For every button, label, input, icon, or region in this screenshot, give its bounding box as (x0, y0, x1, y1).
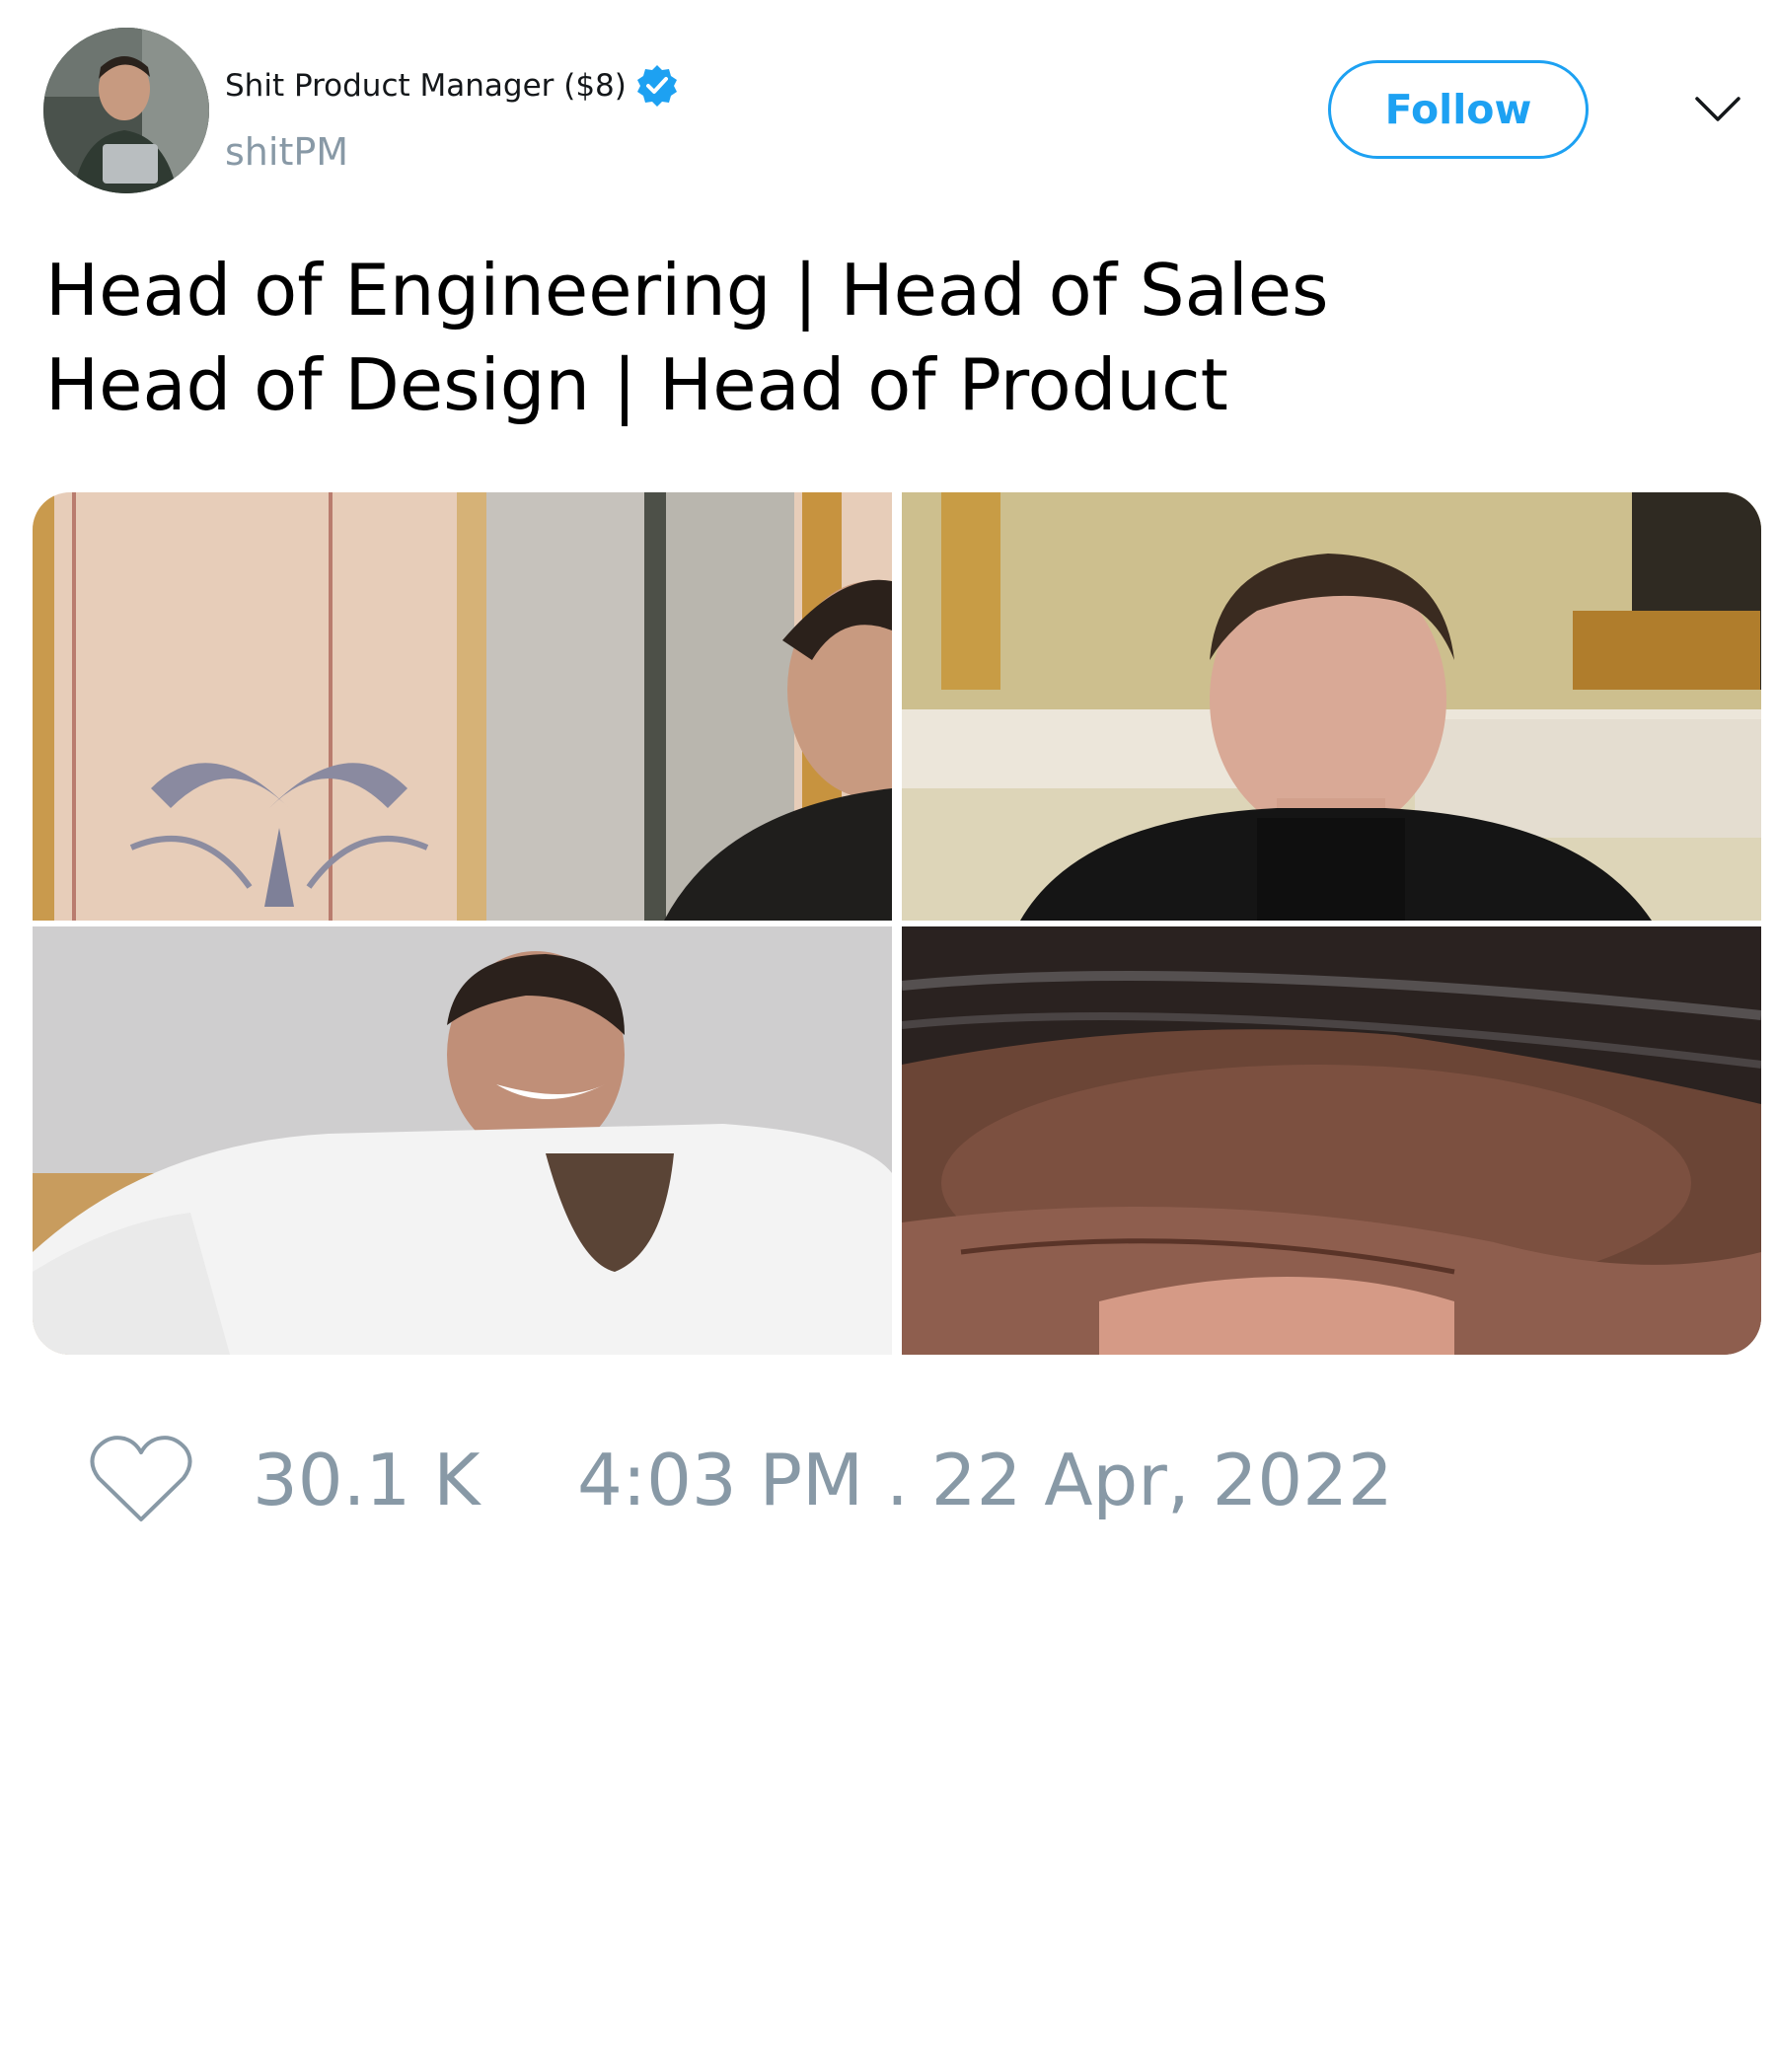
photo-man-dark-turtleneck[interactable] (902, 492, 1761, 921)
photo-ornate-wall-partial-face[interactable] (33, 492, 892, 921)
verified-badge-icon (634, 63, 680, 109)
chevron-down-icon[interactable] (1693, 89, 1742, 128)
author-handle[interactable]: shitPM (225, 128, 348, 176)
author-name-text: Shit Product Manager ($8) (225, 68, 627, 104)
follow-button[interactable]: Follow (1328, 60, 1589, 159)
media-grid (33, 492, 1761, 1355)
author-avatar[interactable] (43, 28, 209, 193)
like-count: 30.1 K (253, 1439, 481, 1521)
tweet-text-line: Head of Engineering | Head of Sales (45, 249, 1329, 332)
tweet-timestamp[interactable]: 4:03 PM . 22 Apr, 2022 (577, 1439, 1393, 1521)
author-display-name[interactable]: Shit Product Manager ($8) (225, 63, 680, 109)
photo-man-white-shirt-laughing[interactable] (33, 926, 892, 1355)
tweet-text: Head of Engineering | Head of Sales Head… (45, 243, 1329, 432)
photo-forehead-closeup[interactable] (902, 926, 1761, 1355)
tweet-text-line: Head of Design | Head of Product (45, 343, 1228, 426)
heart-outline-icon[interactable] (89, 1433, 193, 1525)
